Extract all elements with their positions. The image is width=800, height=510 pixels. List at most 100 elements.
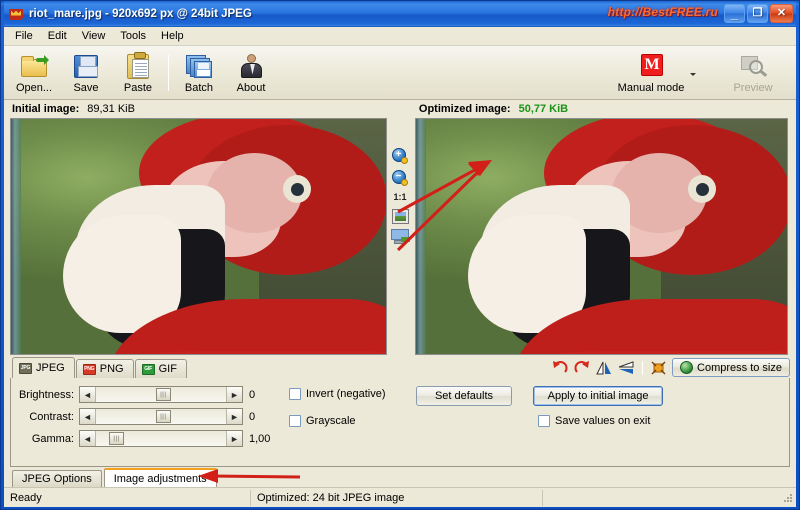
brightness-track[interactable] xyxy=(96,387,226,402)
batch-button[interactable]: Batch xyxy=(173,48,225,98)
zoom-in-button[interactable]: + xyxy=(391,148,409,165)
preview-button[interactable]: Preview xyxy=(722,48,784,98)
contrast-label: Contrast: xyxy=(29,410,74,423)
brightness-decrease-arrow[interactable]: ◄ xyxy=(80,387,96,402)
manual-mode-button[interactable]: M Manual mode xyxy=(614,48,688,98)
batch-button-label: Batch xyxy=(184,81,214,94)
gif-icon: GIF xyxy=(141,363,155,375)
rotate-left-icon[interactable] xyxy=(552,360,568,375)
menu-help[interactable]: Help xyxy=(154,28,191,44)
minimize-icon: _ xyxy=(730,6,739,21)
gamma-label: Gamma: xyxy=(31,432,74,445)
person-icon xyxy=(236,52,266,80)
apply-to-initial-image-button[interactable]: Apply to initial image xyxy=(533,386,664,406)
preview-button-label: Preview xyxy=(733,82,773,94)
application-window: riot_mare.jpg - 920x692 px @ 24bit JPEG … xyxy=(0,0,800,510)
contrast-slider[interactable]: ◄ ► xyxy=(79,408,243,425)
image-action-bar: Compress to size xyxy=(552,358,790,377)
gamma-slider[interactable]: ◄ ► xyxy=(79,430,243,447)
flip-horizontal-icon[interactable] xyxy=(596,361,612,375)
optimized-image-canvas[interactable] xyxy=(414,118,788,355)
about-button-label: About xyxy=(236,81,266,94)
set-defaults-button[interactable]: Set defaults xyxy=(416,386,512,406)
brightness-label: Brightness: xyxy=(18,388,74,401)
save-button-label: Save xyxy=(73,81,99,94)
contrast-track[interactable] xyxy=(96,409,226,424)
toolbar-separator xyxy=(168,54,169,91)
contrast-value: 0 xyxy=(249,410,256,423)
options-panel: JPG JPEG PNG PNG GIF GIF Compress to siz… xyxy=(4,357,796,467)
menu-tools[interactable]: Tools xyxy=(113,28,153,44)
contrast-increase-arrow[interactable]: ► xyxy=(226,409,242,424)
gamma-increase-arrow[interactable]: ► xyxy=(226,431,242,446)
grayscale-checkbox-row[interactable]: Grayscale xyxy=(289,415,385,427)
mode-dropdown-button[interactable] xyxy=(688,53,700,93)
invert-checkbox[interactable] xyxy=(289,388,301,400)
zoom-toolbar: + − 1:1 xyxy=(389,100,411,357)
gamma-row: Gamma: ◄ ► 1,00 xyxy=(17,430,273,447)
tab-jpeg-options[interactable]: JPEG Options xyxy=(12,470,102,487)
maximize-button[interactable]: ❐ xyxy=(747,4,768,23)
brightness-increase-arrow[interactable]: ► xyxy=(226,387,242,402)
rotate-right-icon[interactable] xyxy=(574,360,590,375)
batch-images-icon xyxy=(184,52,214,80)
title-bar: riot_mare.jpg - 920x692 px @ 24bit JPEG … xyxy=(4,1,796,26)
brightness-slider[interactable]: ◄ ► xyxy=(79,386,243,403)
floppy-disk-icon xyxy=(71,52,101,80)
paste-button[interactable]: Paste xyxy=(112,48,164,98)
magnifier-icon xyxy=(738,52,768,80)
jpeg-icon: JPG xyxy=(19,362,32,374)
invert-label: Invert (negative) xyxy=(306,388,386,400)
tab-jpeg-label: JPEG xyxy=(36,362,65,374)
window-controls: _ ❐ ✕ xyxy=(724,4,793,23)
adjustment-buttons: Set defaults Apply to initial image Save… xyxy=(416,386,666,427)
invert-checkbox-row[interactable]: Invert (negative) xyxy=(289,388,385,400)
gamma-thumb[interactable] xyxy=(109,432,124,445)
zoom-out-button[interactable]: − xyxy=(391,170,409,187)
fit-image-icon[interactable] xyxy=(391,209,409,224)
resize-grip-icon[interactable] xyxy=(782,492,794,504)
brightness-value: 0 xyxy=(249,388,256,401)
save-values-on-exit-row[interactable]: Save values on exit xyxy=(538,415,666,427)
grayscale-label: Grayscale xyxy=(306,415,356,427)
initial-image-canvas[interactable] xyxy=(10,118,388,355)
tab-jpeg[interactable]: JPG JPEG xyxy=(12,357,75,378)
optimized-image-header: Optimized image: 50,77 KiB xyxy=(410,100,796,118)
flip-vertical-icon[interactable] xyxy=(618,360,634,375)
menu-edit[interactable]: Edit xyxy=(41,28,74,44)
open-folder-icon xyxy=(19,52,49,80)
resize-icon[interactable] xyxy=(651,361,666,375)
compress-to-size-label: Compress to size xyxy=(697,361,782,374)
open-button[interactable]: Open... xyxy=(8,48,60,98)
about-button[interactable]: About xyxy=(225,48,277,98)
fit-window-icon[interactable] xyxy=(391,229,410,244)
image-adjustments-body: Brightness: ◄ ► 0 Contrast: xyxy=(10,378,790,467)
adjustment-checkboxes: Invert (negative) Grayscale xyxy=(289,388,385,442)
tab-gif[interactable]: GIF GIF xyxy=(134,359,187,378)
tab-image-adjustments[interactable]: Image adjustments xyxy=(103,468,217,487)
minimize-button[interactable]: _ xyxy=(724,4,745,23)
initial-image-header: Initial image: 89,31 KiB xyxy=(4,100,390,118)
open-button-label: Open... xyxy=(15,81,53,94)
menu-file[interactable]: File xyxy=(8,28,40,44)
save-values-on-exit-checkbox[interactable] xyxy=(538,415,550,427)
save-button[interactable]: Save xyxy=(60,48,112,98)
actual-size-button[interactable]: 1:1 xyxy=(393,192,406,204)
contrast-decrease-arrow[interactable]: ◄ xyxy=(80,409,96,424)
paste-button-label: Paste xyxy=(123,81,153,94)
contrast-thumb[interactable] xyxy=(155,410,171,423)
image-compare-area: Initial image: 89,31 KiB + − 1:1 Optimiz… xyxy=(4,100,796,357)
initial-image-pane: Initial image: 89,31 KiB xyxy=(4,100,390,357)
format-tab-strip: JPG JPEG PNG PNG GIF GIF Compress to siz… xyxy=(4,357,796,378)
tab-png[interactable]: PNG PNG xyxy=(75,359,134,378)
gamma-decrease-arrow[interactable]: ◄ xyxy=(80,431,96,446)
client-area: File Edit View Tools Help Open... Save P… xyxy=(4,26,796,507)
menu-view[interactable]: View xyxy=(75,28,113,44)
close-icon: ✕ xyxy=(776,7,787,19)
close-button[interactable]: ✕ xyxy=(770,4,793,23)
chevron-down-icon xyxy=(690,73,696,79)
brightness-thumb[interactable] xyxy=(155,388,171,401)
grayscale-checkbox[interactable] xyxy=(289,415,301,427)
gamma-track[interactable] xyxy=(96,431,226,446)
compress-to-size-button[interactable]: Compress to size xyxy=(672,358,790,377)
